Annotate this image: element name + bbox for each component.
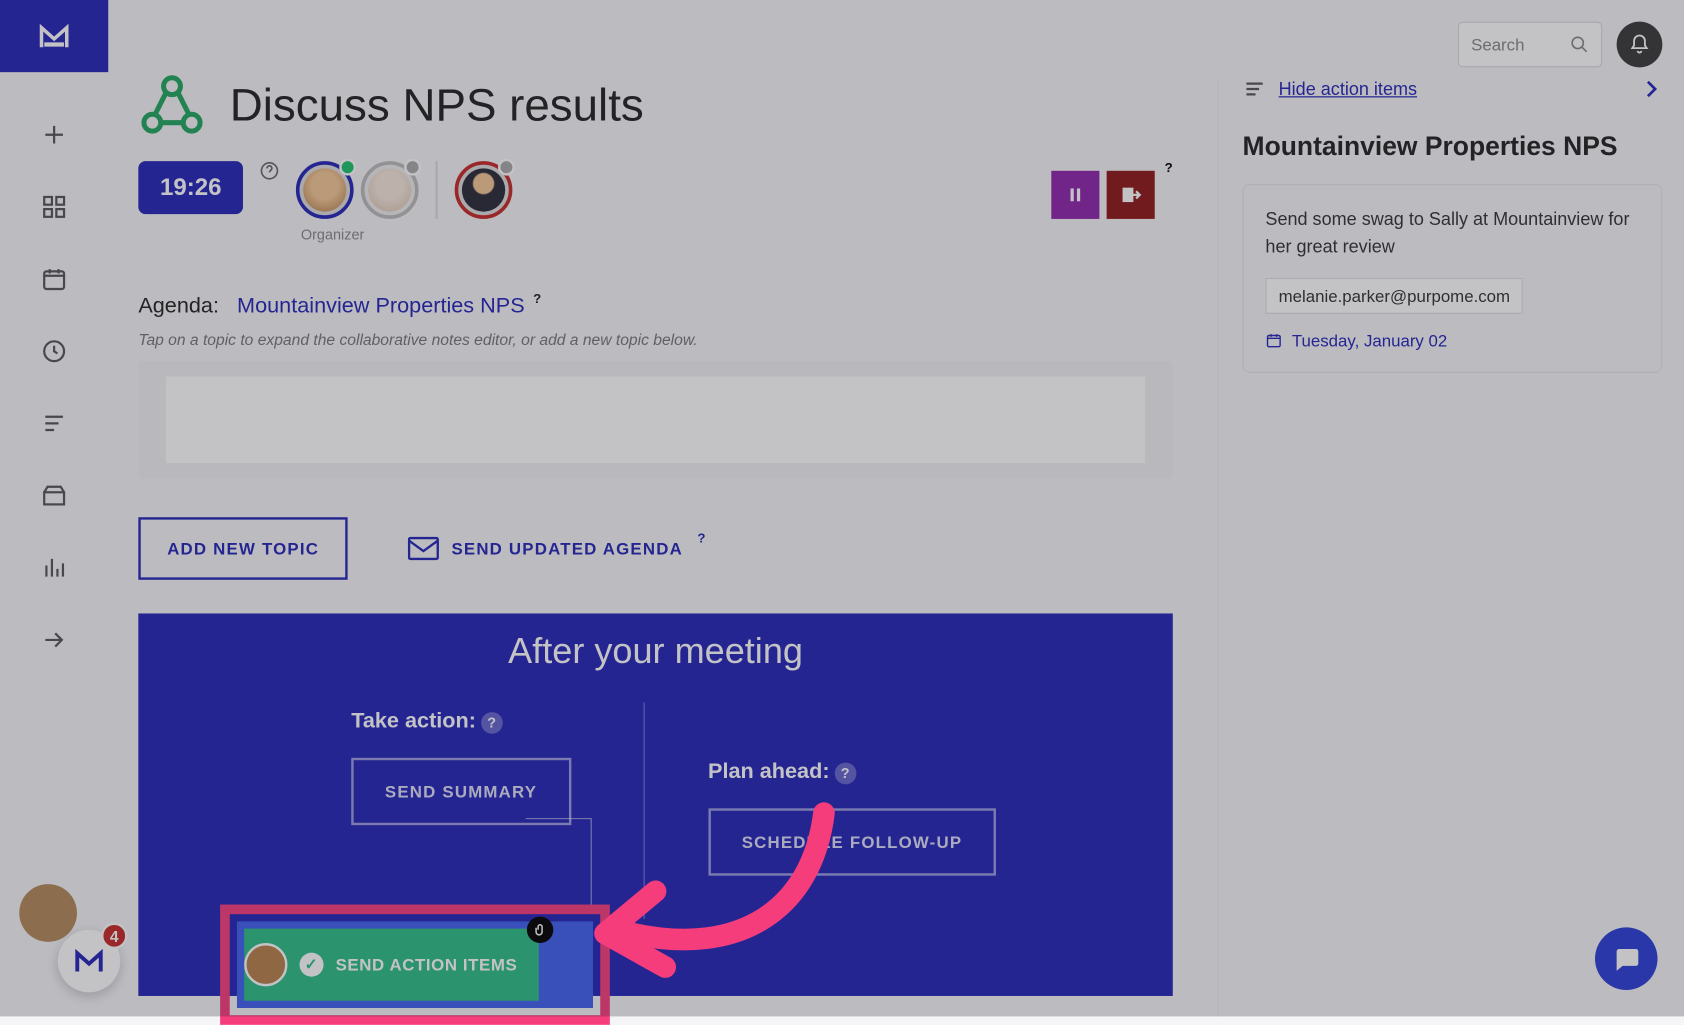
topbar: Search <box>1458 22 1662 68</box>
notifications-button[interactable] <box>1617 22 1663 68</box>
action-items-panel: Hide action items Mountainview Propertie… <box>1217 78 1662 1016</box>
status-away-icon <box>498 159 515 176</box>
action-item-text: Send some swag to Sally at Mountainview … <box>1265 207 1639 261</box>
search-placeholder: Search <box>1471 35 1524 54</box>
grid-icon[interactable] <box>40 192 69 221</box>
send-agenda-label: SEND UPDATED AGENDA <box>451 539 683 558</box>
chart-icon[interactable] <box>40 553 69 582</box>
user-avatar-button[interactable] <box>19 884 77 942</box>
participant-2[interactable] <box>361 161 419 219</box>
check-icon: ✓ <box>300 953 324 977</box>
portal-notification-badge: 4 <box>101 923 127 949</box>
portal-button[interactable]: 4 <box>58 930 121 993</box>
add-icon[interactable] <box>40 120 69 149</box>
attachment-badge-icon <box>527 917 553 943</box>
participant-organizer[interactable] <box>296 161 354 219</box>
action-item-assignee[interactable]: melanie.parker@purpome.com <box>1265 278 1523 314</box>
participant-divider <box>436 161 438 219</box>
share-nodes-icon <box>138 72 205 139</box>
tutorial-highlight: ✓ SEND ACTION ITEMS <box>220 905 610 1025</box>
send-action-items-button[interactable]: ✓ SEND ACTION ITEMS <box>244 929 539 1001</box>
help-icon[interactable]: ? <box>481 712 503 734</box>
exit-icon <box>1120 184 1142 206</box>
status-away-icon <box>404 159 421 176</box>
chevron-right-icon[interactable] <box>1641 78 1663 100</box>
chat-support-button[interactable] <box>1595 927 1658 990</box>
help-icon[interactable] <box>260 161 279 180</box>
app-logo-icon <box>73 945 104 976</box>
schedule-followup-button[interactable]: SCHEDULE FOLLOW-UP <box>708 808 996 875</box>
clock-icon[interactable] <box>40 337 69 366</box>
agenda-hint: Tap on a topic to expand the collaborati… <box>138 331 1172 349</box>
connector-line <box>526 818 592 914</box>
avatar-icon <box>244 943 287 986</box>
help-icon[interactable]: ? <box>697 532 706 546</box>
action-item-card[interactable]: Send some swag to Sally at Mountainview … <box>1243 184 1663 373</box>
help-icon[interactable]: ? <box>1165 161 1173 175</box>
chat-icon <box>1612 944 1641 973</box>
organizer-label: Organizer <box>301 226 513 243</box>
send-action-items-label: SEND ACTION ITEMS <box>336 955 518 974</box>
meeting-timer[interactable]: 19:26 <box>138 161 243 214</box>
plan-ahead-label: Plan ahead:? <box>708 759 856 784</box>
help-icon[interactable]: ? <box>834 763 856 785</box>
sidebar-nav <box>0 0 108 1016</box>
bell-icon <box>1629 34 1651 56</box>
arrow-right-icon[interactable] <box>40 625 69 654</box>
action-items-title: Mountainview Properties NPS <box>1243 131 1663 162</box>
search-icon <box>1570 35 1589 54</box>
app-logo[interactable] <box>0 0 108 72</box>
add-topic-button[interactable]: ADD NEW TOPIC <box>138 517 348 580</box>
hide-action-items-link[interactable]: Hide action items <box>1279 79 1417 99</box>
notes-editor[interactable] <box>138 361 1172 479</box>
pause-icon <box>1066 185 1085 204</box>
list-icon[interactable] <box>40 409 69 438</box>
send-agenda-button[interactable]: SEND UPDATED AGENDA ? <box>408 536 707 560</box>
action-item-date[interactable]: Tuesday, January 02 <box>1265 331 1639 350</box>
help-icon[interactable]: ? <box>533 292 541 306</box>
envelope-icon <box>408 536 439 560</box>
calendar-icon[interactable] <box>40 265 69 294</box>
calendar-icon <box>1265 332 1282 349</box>
page-title: Discuss NPS results <box>230 80 644 132</box>
agenda-topic-link[interactable]: Mountainview Properties NPS <box>237 293 525 317</box>
archive-icon[interactable] <box>40 481 69 510</box>
status-online-icon <box>339 159 356 176</box>
participants <box>296 161 513 219</box>
participant-3[interactable] <box>455 161 513 219</box>
search-input[interactable]: Search <box>1458 22 1602 68</box>
list-icon <box>1243 78 1267 100</box>
send-summary-button[interactable]: SEND SUMMARY <box>351 758 571 825</box>
take-action-label: Take action:? <box>351 708 502 733</box>
pause-button[interactable] <box>1052 171 1100 219</box>
main-content: Discuss NPS results 19:26 <box>138 72 1172 996</box>
after-meeting-panel: After your meeting Take action:? SEND SU… <box>138 613 1172 996</box>
end-meeting-button[interactable] <box>1107 171 1155 219</box>
agenda-label: Agenda: <box>138 293 219 317</box>
after-meeting-heading: After your meeting <box>162 632 1148 673</box>
